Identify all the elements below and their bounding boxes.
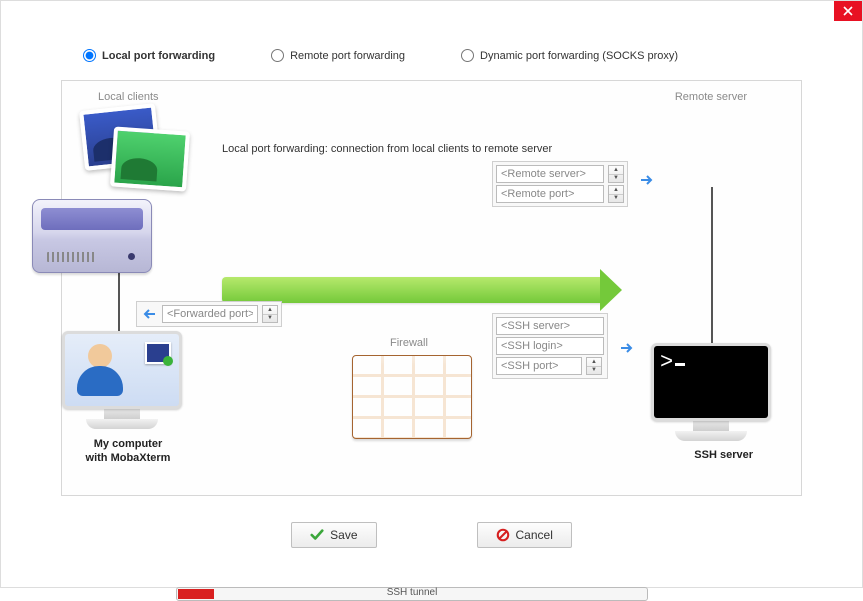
local-clients-icon [82, 107, 202, 197]
close-button[interactable] [834, 1, 862, 21]
radio-local-label: Local port forwarding [102, 50, 215, 62]
forwarding-mode-radios: Local port forwarding Remote port forwar… [83, 49, 802, 62]
save-button[interactable]: Save [291, 522, 376, 548]
save-button-label: Save [330, 528, 357, 542]
radio-local[interactable]: Local port forwarding [83, 49, 215, 62]
ssh-tunnel-label: SSH tunnel [177, 587, 647, 598]
arrow-right-icon-2 [618, 339, 636, 357]
radio-dynamic[interactable]: Dynamic port forwarding (SOCKS proxy) [461, 49, 678, 62]
flow-arrow-icon [222, 277, 602, 303]
radio-remote-input[interactable] [271, 49, 284, 62]
close-icon [843, 6, 853, 16]
arrow-caption: Local port forwarding: connection from l… [222, 143, 622, 155]
my-computer-icon [62, 331, 182, 429]
radio-local-input[interactable] [83, 49, 96, 62]
firewall-icon [352, 355, 472, 439]
remote-server-label: Remote server [675, 91, 747, 103]
remote-port-spin[interactable]: ▲▼ [608, 185, 624, 203]
ssh-fields: ▲▼ [492, 313, 608, 379]
radio-dynamic-input[interactable] [461, 49, 474, 62]
radio-remote-label: Remote port forwarding [290, 50, 405, 62]
cancel-icon [496, 528, 510, 542]
forwarded-port-field: ▲▼ [136, 301, 282, 327]
remote-port-input[interactable] [496, 185, 604, 203]
ssh-server-icon: > [651, 343, 771, 441]
remote-server-input[interactable] [496, 165, 604, 183]
cancel-button[interactable]: Cancel [477, 522, 572, 548]
my-computer-label: My computerwith MobaXterm [68, 437, 188, 466]
dialog-buttons: Save Cancel [61, 522, 802, 548]
line-remoteserver-to-sshserver [711, 187, 713, 343]
remote-server-icon [32, 199, 152, 273]
diagram: Local clients Remote server Local port f… [61, 80, 802, 496]
ssh-port-spin[interactable]: ▲▼ [586, 357, 602, 375]
ssh-server-input[interactable] [496, 317, 604, 335]
ssh-tunnel-bar: SSH tunnel [176, 587, 648, 601]
check-icon [310, 528, 324, 542]
ssh-server-label: SSH server [694, 449, 753, 461]
arrow-left-icon [140, 305, 158, 323]
firewall-label: Firewall [390, 337, 428, 349]
remote-fields: ▲▼ ▲▼ [492, 161, 628, 207]
arrow-right-icon [638, 171, 656, 189]
remote-server-spin[interactable]: ▲▼ [608, 165, 624, 183]
forwarded-port-spin[interactable]: ▲▼ [262, 305, 278, 323]
ssh-login-input[interactable] [496, 337, 604, 355]
forwarded-port-input[interactable] [162, 305, 258, 323]
local-clients-label: Local clients [98, 91, 159, 103]
cancel-button-label: Cancel [516, 528, 553, 542]
radio-remote[interactable]: Remote port forwarding [271, 49, 405, 62]
ssh-port-input[interactable] [496, 357, 582, 375]
radio-dynamic-label: Dynamic port forwarding (SOCKS proxy) [480, 50, 678, 62]
